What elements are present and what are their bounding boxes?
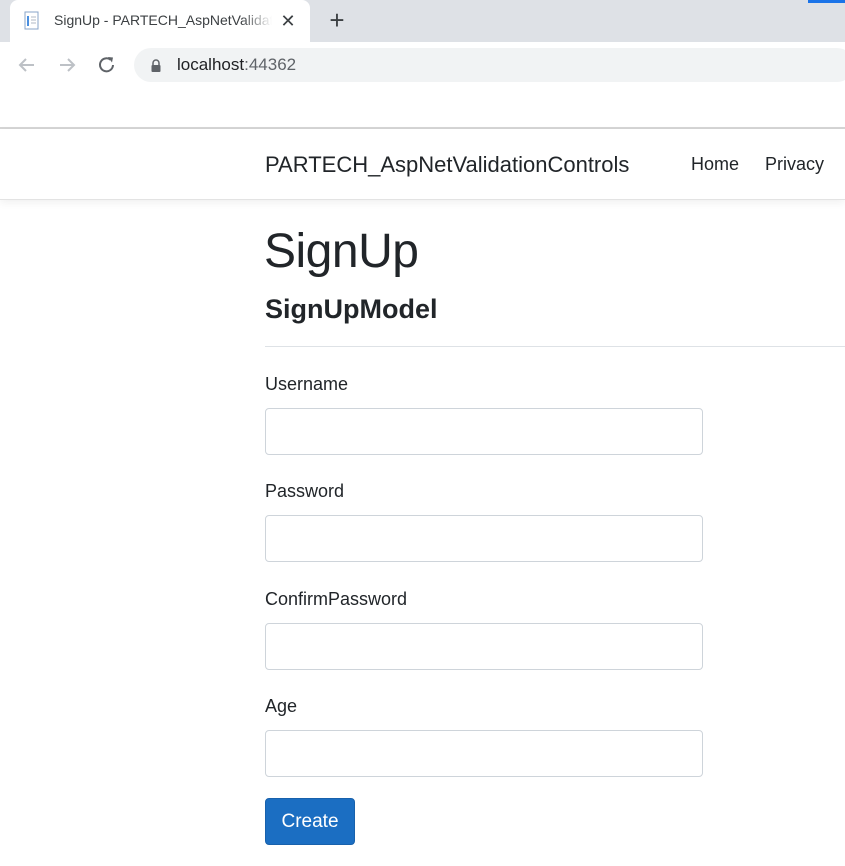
tab-title: SignUp - PARTECH_AspNetValidationControl… [54, 12, 272, 28]
create-button[interactable]: Create [265, 798, 355, 845]
browser-tabstrip: SignUp - PARTECH_AspNetValidationControl… [0, 0, 845, 42]
username-input[interactable] [265, 408, 703, 455]
nav-link-home[interactable]: Home [691, 154, 739, 175]
confirm-password-label: ConfirmPassword [265, 589, 408, 609]
username-label: Username [265, 374, 349, 394]
page-title: SignUp [264, 225, 419, 278]
page-subtitle: SignUpModel [265, 294, 438, 324]
browser-content-gap [0, 88, 845, 128]
divider [265, 346, 845, 347]
url-port: :44362 [244, 55, 297, 74]
window-accent [808, 0, 845, 3]
password-label: Password [265, 481, 345, 501]
age-label: Age [265, 696, 298, 716]
reload-icon[interactable] [94, 52, 120, 78]
new-tab-icon[interactable]: + [325, 7, 349, 33]
site-brand[interactable]: PARTECH_AspNetValidationControls [265, 152, 629, 178]
age-input[interactable] [265, 730, 703, 777]
browser-toolbar: localhost:44362 [0, 42, 845, 88]
address-bar[interactable]: localhost:44362 [134, 48, 845, 82]
arrow-right-icon[interactable] [54, 52, 80, 78]
url-host: localhost [177, 55, 245, 74]
site-navbar: PARTECH_AspNetValidationControls Home Pr… [0, 129, 845, 200]
confirm-password-input[interactable] [265, 623, 703, 670]
close-icon[interactable]: ✕ [278, 11, 298, 31]
document-icon [24, 11, 39, 30]
browser-tab[interactable]: SignUp - PARTECH_AspNetValidationControl… [10, 0, 310, 42]
password-input[interactable] [265, 515, 703, 562]
url-text: localhost:44362 [177, 55, 296, 75]
lock-icon [151, 59, 161, 72]
nav-link-privacy[interactable]: Privacy [765, 154, 824, 175]
arrow-left-icon[interactable] [14, 52, 40, 78]
